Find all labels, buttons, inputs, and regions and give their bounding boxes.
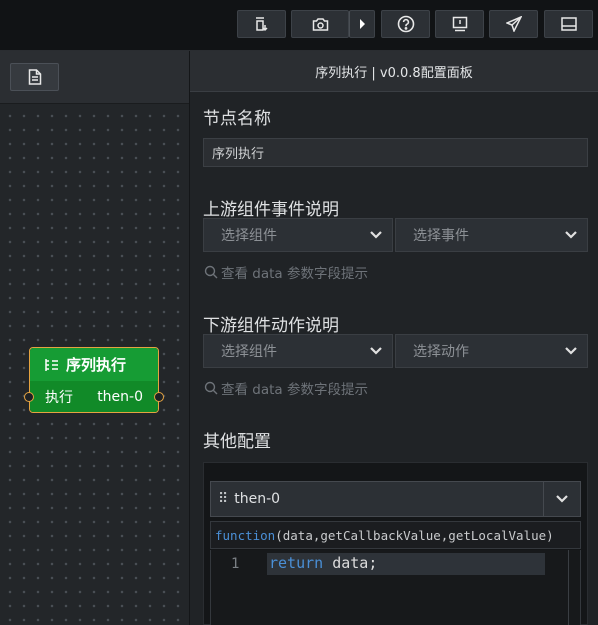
downstream-component-placeholder: 选择组件 bbox=[221, 344, 277, 360]
downstream-component-select[interactable]: 选择组件 bbox=[203, 334, 393, 368]
chevron-down-icon bbox=[370, 347, 382, 355]
node-input-label: 执行 bbox=[45, 389, 73, 406]
upstream-event-placeholder: 选择事件 bbox=[413, 228, 469, 244]
export-icon bbox=[255, 17, 268, 32]
expand-button[interactable] bbox=[349, 10, 375, 38]
code-rest: data; bbox=[323, 554, 378, 572]
signature-params: (data,getCallbackValue,getLocalValue) bbox=[275, 527, 554, 543]
downstream-hint-link[interactable]: 查看 data 参数字段提示 bbox=[204, 378, 368, 398]
code-line[interactable]: return data; bbox=[269, 554, 377, 572]
send-button[interactable] bbox=[489, 10, 538, 38]
top-toolbar bbox=[0, 0, 598, 51]
config-panel: 序列执行 | v0.0.8配置面板 节点名称 序列执行 上游组件事件说明 选择组… bbox=[190, 51, 598, 625]
downstream-heading: 下游组件动作说明 bbox=[203, 316, 339, 336]
camera-icon bbox=[312, 17, 328, 31]
other-config-heading: 其他配置 bbox=[203, 432, 271, 452]
upstream-component-select[interactable]: 选择组件 bbox=[203, 218, 393, 252]
downstream-action-placeholder: 选择动作 bbox=[413, 344, 469, 360]
sequence-node[interactable]: 序列执行 执行 then-0 bbox=[24, 347, 164, 413]
node-title: 序列执行 bbox=[66, 356, 127, 374]
send-icon bbox=[505, 16, 522, 32]
downstream-action-select[interactable]: 选择动作 bbox=[395, 334, 588, 368]
line-number: 1 bbox=[231, 556, 240, 572]
upstream-component-placeholder: 选择组件 bbox=[221, 228, 277, 244]
panel-button[interactable] bbox=[544, 10, 593, 38]
export-button[interactable] bbox=[237, 10, 286, 38]
function-select[interactable]: ⠿ then-0 bbox=[210, 481, 581, 517]
chevron-down-icon bbox=[565, 231, 577, 239]
drag-handle-icon[interactable]: ⠿ bbox=[218, 491, 228, 507]
document-icon bbox=[28, 69, 41, 85]
code-keyword: return bbox=[269, 554, 324, 572]
canvas-toolbar bbox=[0, 51, 189, 104]
upstream-hint-link[interactable]: 查看 data 参数字段提示 bbox=[204, 262, 368, 282]
chevron-right-icon bbox=[360, 19, 365, 29]
chevron-down-icon bbox=[370, 231, 382, 239]
panel-icon bbox=[560, 17, 577, 31]
search-icon bbox=[204, 265, 218, 279]
input-port[interactable] bbox=[24, 392, 34, 402]
upstream-heading: 上游组件事件说明 bbox=[203, 200, 339, 220]
chevron-down-icon bbox=[556, 495, 568, 503]
search-icon bbox=[204, 381, 218, 395]
sequence-icon bbox=[45, 358, 58, 371]
screenshot-button[interactable] bbox=[291, 10, 349, 38]
alert-button[interactable] bbox=[435, 10, 484, 38]
function-name: then-0 bbox=[234, 491, 281, 507]
document-button[interactable] bbox=[10, 63, 59, 91]
upstream-event-select[interactable]: 选择事件 bbox=[395, 218, 588, 252]
code-editor[interactable]: 1 return data; bbox=[210, 550, 581, 625]
editor-scrollbar[interactable] bbox=[568, 550, 569, 625]
help-button[interactable] bbox=[381, 10, 430, 38]
function-dropdown-button[interactable] bbox=[543, 482, 580, 516]
downstream-hint-text: 查看 data 参数字段提示 bbox=[221, 382, 368, 398]
node-output-label: then-0 bbox=[97, 388, 143, 405]
node-name-input[interactable]: 序列执行 bbox=[203, 138, 588, 167]
help-icon bbox=[397, 15, 414, 33]
alert-icon bbox=[452, 16, 467, 32]
signature-keyword: function bbox=[215, 527, 276, 543]
node-body: 执行 then-0 bbox=[30, 381, 158, 412]
function-signature: function (data,getCallbackValue,getLocal… bbox=[210, 521, 581, 549]
line-gutter: 1 bbox=[211, 550, 263, 625]
output-port[interactable] bbox=[154, 392, 164, 402]
upstream-hint-text: 查看 data 参数字段提示 bbox=[221, 266, 368, 282]
chevron-down-icon bbox=[565, 347, 577, 355]
node-name-heading: 节点名称 bbox=[203, 109, 271, 129]
node-header: 序列执行 bbox=[30, 348, 158, 381]
panel-title: 序列执行 | v0.0.8配置面板 bbox=[190, 51, 598, 92]
